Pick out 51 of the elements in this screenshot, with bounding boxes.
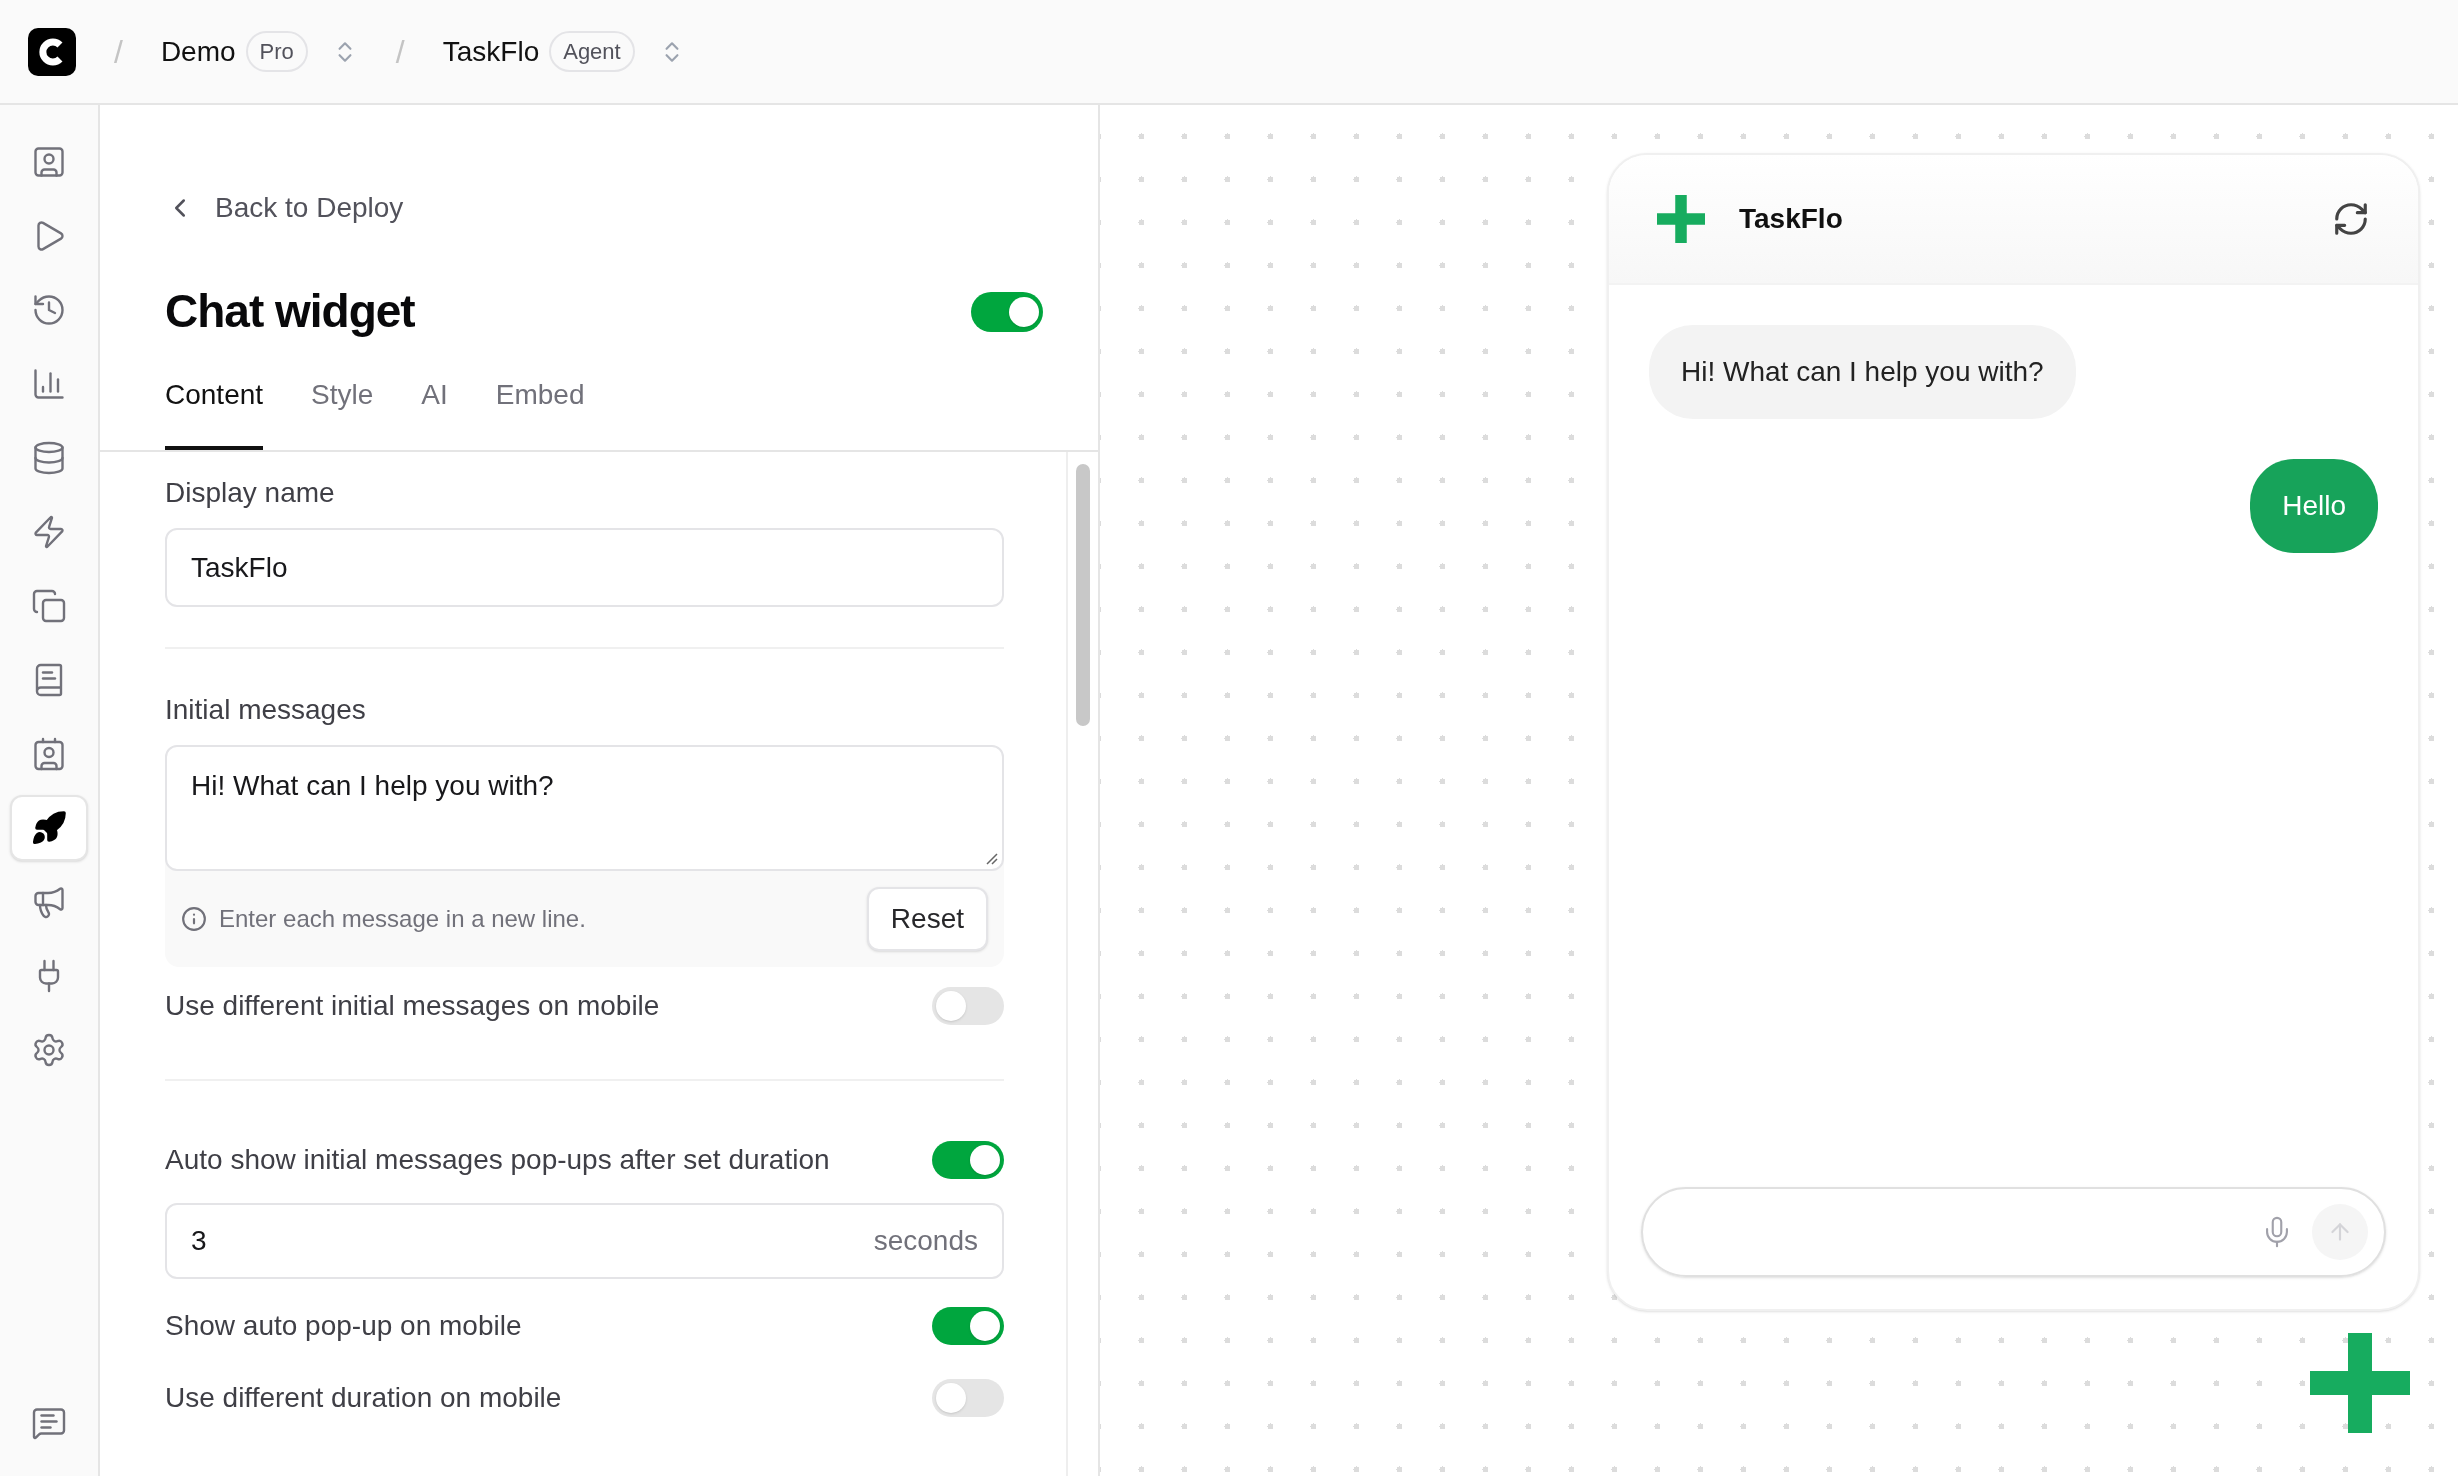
- scrollbar-thumb[interactable]: [1076, 464, 1090, 726]
- messages-textarea[interactable]: Hi! What can I help you with?: [165, 745, 1004, 871]
- setting-label: Show auto pop-up on mobile: [165, 1309, 522, 1343]
- message-input[interactable]: [1641, 1187, 2386, 1277]
- page-title: Chat widget: [165, 284, 415, 339]
- breadcrumb-separator: /: [395, 32, 405, 72]
- toggle-switch[interactable]: [971, 291, 1043, 332]
- chat-title: TaskFlo: [1739, 202, 1844, 236]
- back-link[interactable]: Back to Deploy: [165, 187, 1033, 229]
- tab[interactable]: Content: [165, 374, 264, 450]
- database-icon: [31, 440, 67, 476]
- tab[interactable]: Style: [311, 374, 374, 450]
- user-message: Hello: [2250, 459, 2378, 553]
- launcher-icon: [2310, 1333, 2410, 1433]
- breadcrumb-separator: /: [114, 32, 123, 72]
- toggle-switch[interactable]: [932, 1379, 1004, 1417]
- info-icon: [181, 906, 207, 932]
- copy-icon: [31, 588, 67, 624]
- rocket-icon: [31, 810, 67, 846]
- display-name-field[interactable]: TaskFlo: [165, 528, 1004, 607]
- plan-badge: Agent: [549, 31, 635, 72]
- field-label: Initial messages: [165, 693, 367, 727]
- history-icon: [31, 292, 67, 328]
- chat-icon: [31, 1405, 67, 1441]
- tab[interactable]: AI: [421, 374, 448, 450]
- breadcrumb-link[interactable]: Demo: [160, 30, 236, 73]
- refresh-icon[interactable]: [2332, 200, 2370, 238]
- toggle-switch[interactable]: [932, 987, 1004, 1025]
- reset-button[interactable]: Reset: [866, 887, 988, 951]
- toggle-switch[interactable]: [932, 1141, 1004, 1179]
- contact-icon: [31, 736, 67, 772]
- setting-label: Use different duration on mobile: [165, 1381, 562, 1415]
- bot-message: Hi! What can I help you with?: [1649, 325, 2076, 419]
- tab[interactable]: Embed: [495, 374, 585, 450]
- setting-label: Auto show initial messages pop-ups after set duration: [165, 1143, 830, 1177]
- plan-badge: Pro: [245, 31, 308, 72]
- chat-logo-icon: [1657, 195, 1705, 243]
- bar-chart-icon: [31, 366, 67, 402]
- user-square-icon: [31, 144, 67, 180]
- hint-text: Enter each message in a new line.: [219, 904, 587, 934]
- resize-handle-icon[interactable]: [984, 851, 998, 865]
- toggle-switch[interactable]: [932, 1307, 1004, 1345]
- lightning-icon: [31, 514, 67, 550]
- sidebar-item[interactable]: [10, 795, 88, 861]
- field-label: Display name: [165, 476, 336, 510]
- megaphone-icon: [31, 884, 67, 920]
- setting-label: Use different initial messages on mobile: [165, 989, 660, 1023]
- duration-field[interactable]: 3 seconds: [165, 1203, 1004, 1279]
- settings-icon: [31, 1032, 67, 1068]
- app-logo[interactable]: [28, 27, 76, 76]
- breadcrumb-link[interactable]: TaskFlo: [442, 30, 540, 73]
